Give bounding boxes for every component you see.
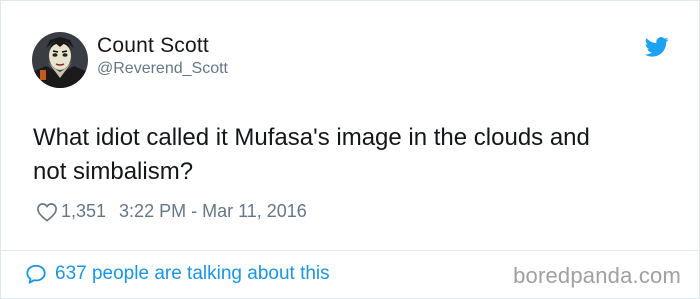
tweet-meta: 1,351 3:22 PM - Mar 11, 2016 [36,201,307,222]
twitter-bird-icon[interactable] [645,37,669,57]
author-name[interactable]: Count Scott [97,34,209,58]
conversation-link[interactable]: 637 people are talking about this [25,263,330,285]
author-handle[interactable]: @Reverend_Scott [97,60,228,78]
conversation-text[interactable]: 637 people are talking about this [55,263,330,285]
tweet-text: What idiot called it Mufasa's image in t… [33,124,590,185]
heart-icon[interactable] [36,202,58,222]
reply-bubble-icon [26,264,46,284]
dracula-avatar-icon [32,32,88,88]
divider [1,250,699,251]
boredpanda-watermark: boredpanda.com [513,263,681,288]
like-count[interactable]: 1,351 [61,201,106,222]
tweet-card: Count Scott @Reverend_Scott What idiot c… [0,0,700,299]
tweet-timestamp[interactable]: 3:22 PM - Mar 11, 2016 [119,201,307,222]
author-avatar[interactable] [32,32,88,88]
